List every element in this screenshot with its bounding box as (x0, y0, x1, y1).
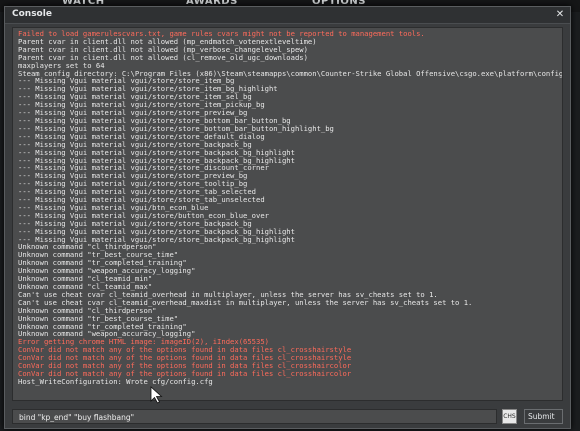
log-line: Host_WriteConfiguration: Wrote cfg/confi… (18, 376, 213, 386)
ime-indicator[interactable]: CHS (502, 409, 517, 424)
submit-button[interactable]: Submit (524, 409, 563, 424)
close-icon[interactable]: ✕ (554, 9, 566, 20)
mouse-cursor-icon (150, 386, 163, 404)
console-title: Console (12, 9, 52, 19)
command-input[interactable] (12, 409, 497, 424)
console-log[interactable]: Failed to load gamerulescvars.txt, game … (12, 27, 563, 401)
console-command-bar: CHS Submit (12, 409, 563, 424)
console-titlebar[interactable]: Console ✕ (5, 7, 570, 24)
console-window: Console ✕ Failed to load gamerulescvars.… (4, 6, 571, 429)
